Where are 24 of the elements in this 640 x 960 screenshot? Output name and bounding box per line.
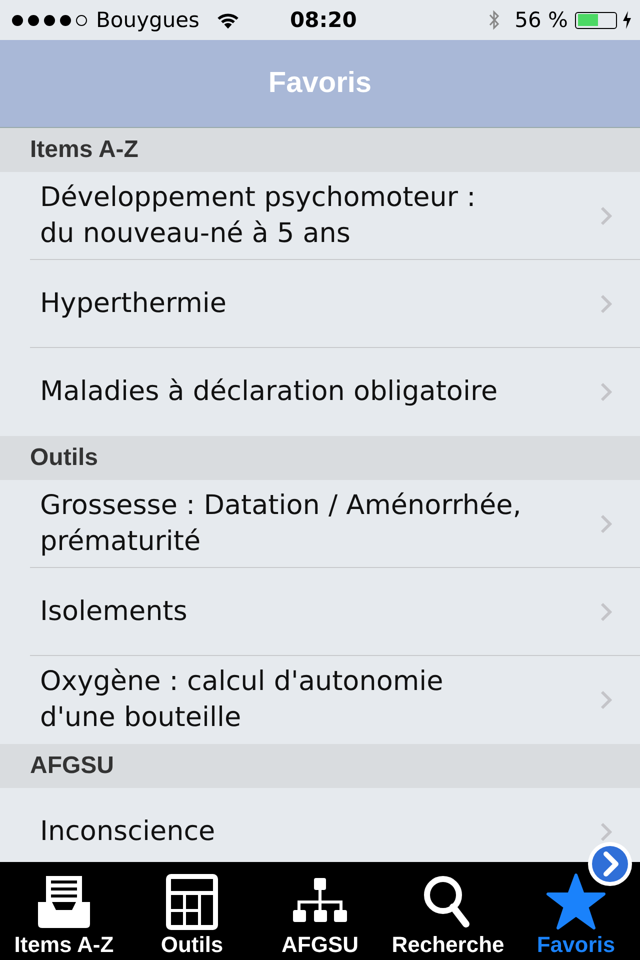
chevron-icon [600, 690, 612, 710]
chevron-icon [600, 294, 612, 314]
section-header: Items A-Z [0, 128, 640, 172]
chevron-icon [600, 514, 612, 534]
battery-percent: 56 % [514, 8, 568, 32]
section-header: Outils [0, 436, 640, 480]
nav-title: Favoris [268, 67, 372, 100]
tab[interactable]: Favoris [512, 862, 640, 960]
chevron-icon [600, 822, 612, 842]
star-icon [546, 872, 606, 932]
chevron-icon [600, 602, 612, 622]
tab[interactable]: Items A-Z [0, 862, 128, 960]
forward-icon[interactable] [586, 840, 634, 888]
carrier-name: Bouygues [96, 8, 200, 32]
battery-icon [575, 12, 617, 28]
tab[interactable]: Outils [128, 862, 256, 960]
bluetooth-icon [488, 8, 500, 32]
tab[interactable]: Recherche [384, 862, 512, 960]
section-header: AFGSU [0, 744, 640, 788]
clock: 08:20 [290, 8, 357, 32]
chevron-icon [600, 206, 612, 226]
chevron-icon [600, 382, 612, 402]
charging-icon [622, 10, 632, 30]
tab[interactable]: AFGSU [256, 862, 384, 960]
